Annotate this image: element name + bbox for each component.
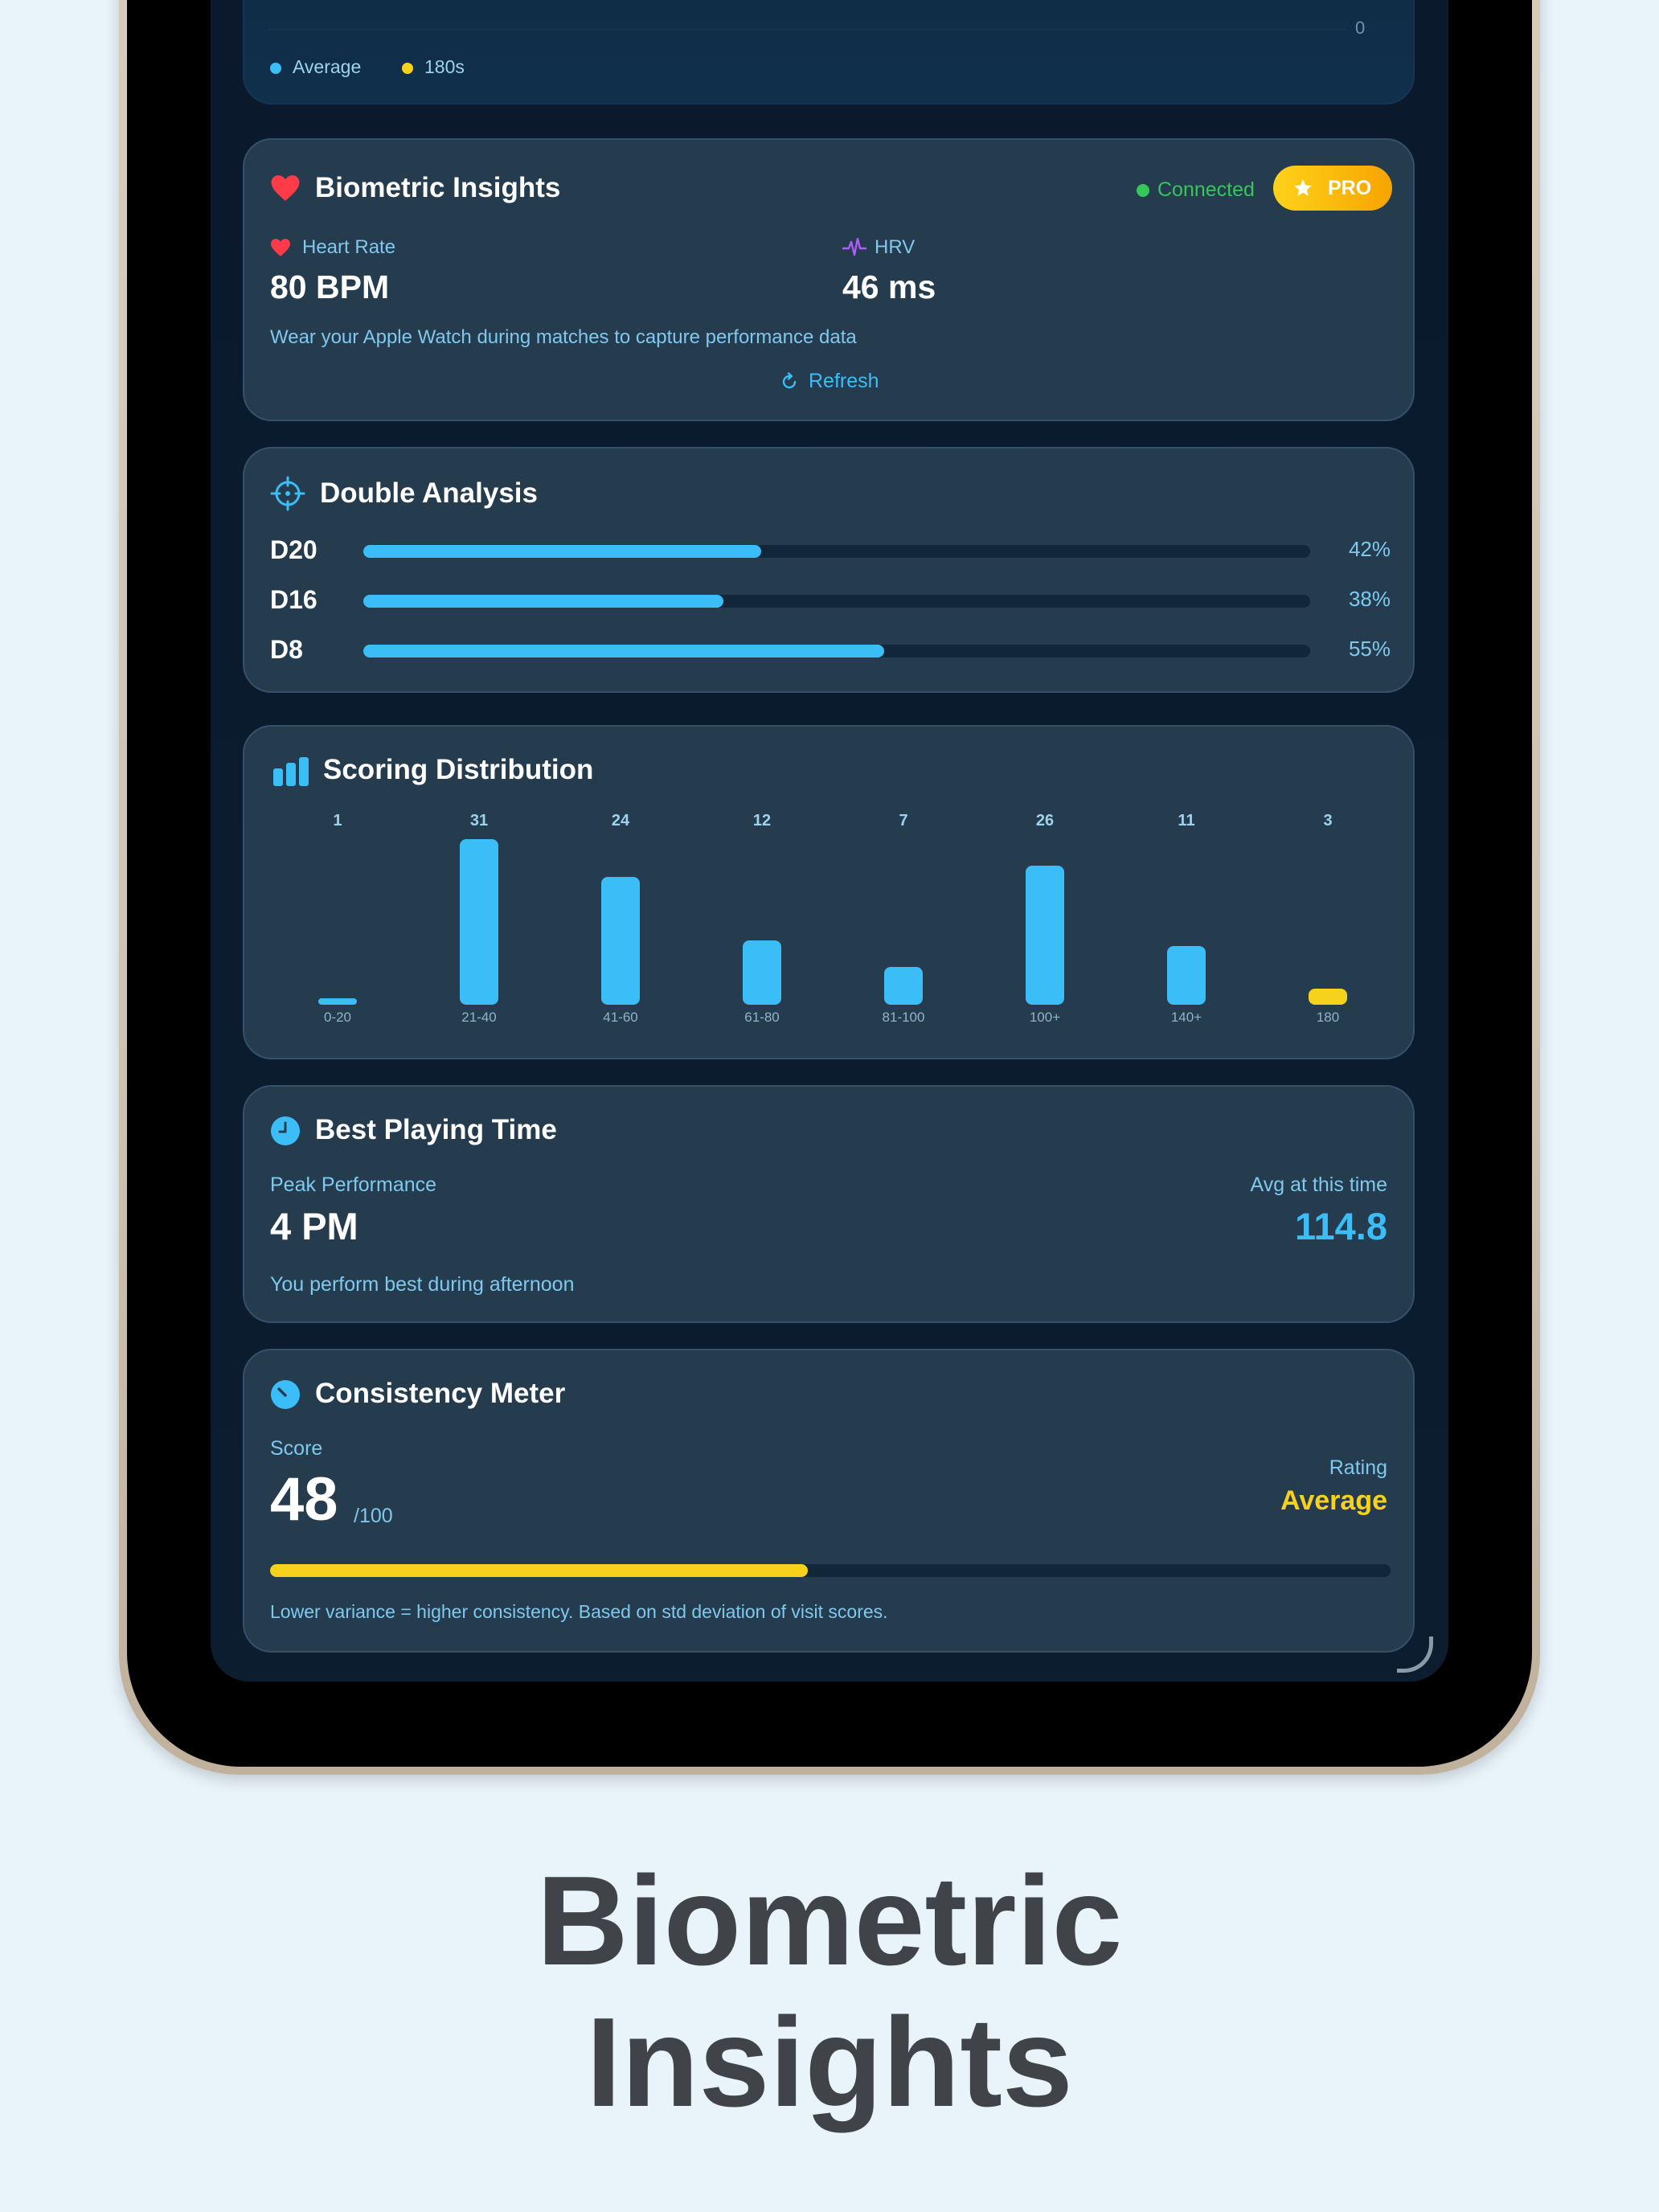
consistency-title: Consistency Meter	[315, 1378, 566, 1409]
rating-label: Rating	[1329, 1456, 1387, 1479]
legend-average: Average	[270, 56, 361, 78]
category-label: 100+	[1029, 1010, 1061, 1025]
clock-icon	[271, 1116, 300, 1145]
hrv-value: 46 ms	[842, 268, 936, 305]
connection-status: Connected	[1137, 178, 1255, 202]
histogram-bar	[743, 940, 781, 1005]
score-value: 48	[270, 1465, 338, 1534]
legend-average-label: Average	[293, 56, 362, 77]
peak-performance-value: 4 PM	[270, 1205, 358, 1247]
category-label: 0-20	[323, 1010, 352, 1025]
star-icon	[1294, 179, 1312, 196]
double-analysis-card: Double Analysis D20 42% D16 38% D8 55%	[243, 447, 1415, 693]
category-label: 81-100	[882, 1010, 925, 1025]
bar-value-label: 12	[752, 812, 772, 830]
hrv-pulse-icon	[842, 237, 866, 256]
heart-rate-label: Heart Rate	[302, 236, 396, 258]
pro-badge-label: PRO	[1328, 177, 1372, 199]
connected-dot	[1137, 184, 1149, 198]
rating-value: Average	[1280, 1485, 1387, 1516]
consistency-note: Lower variance = higher consistency. Bas…	[270, 1601, 888, 1622]
caption-line-1: Biometric	[536, 1850, 1123, 1992]
scoring-histogram: 1 0-20 31 21-40 24 41-60 12 61-80 7 81-100 26 100+ 1…	[244, 727, 1416, 1061]
category-label: 41-60	[603, 1010, 638, 1025]
double-row-label: D20	[270, 535, 317, 564]
axis-zero-label: 0	[1355, 18, 1366, 38]
double-row-percent: 42%	[1348, 537, 1391, 561]
bar-value-label: 24	[611, 812, 630, 830]
app-screen: 0 Average 180s Biometric Insights Connec…	[211, 0, 1448, 1682]
double-row-percent: 38%	[1348, 587, 1391, 611]
best-time-title: Best Playing Time	[315, 1114, 557, 1145]
consistency-meter-card: Consistency Meter Score 48 /100 Rating A…	[243, 1349, 1415, 1653]
trend-chart-card: 0 Average 180s	[243, 0, 1415, 104]
consistency-track	[270, 1564, 1391, 1577]
peak-performance-label: Peak Performance	[270, 1174, 437, 1196]
double-row-fill	[363, 545, 761, 558]
best-playing-time-card: Best Playing Time Peak Performance 4 PM …	[243, 1085, 1415, 1323]
scroll-indicator	[1397, 1636, 1433, 1673]
double-row-track	[363, 645, 1310, 657]
crosshair-icon	[270, 476, 305, 511]
category-label: 140+	[1170, 1010, 1202, 1025]
double-analysis-title: Double Analysis	[320, 477, 538, 509]
biometric-title: Biometric Insights	[315, 172, 561, 203]
category-label: 61-80	[744, 1010, 780, 1025]
histogram-bar	[884, 967, 923, 1005]
category-label: 21-40	[461, 1010, 497, 1025]
histogram-bar	[1026, 866, 1064, 1005]
bar-value-label: 7	[899, 812, 908, 830]
double-row: D16 38%	[244, 585, 1416, 617]
double-row-label: D16	[270, 585, 317, 614]
consistency-fill	[270, 1564, 809, 1577]
double-row-fill	[363, 595, 723, 608]
refresh-label: Refresh	[809, 370, 879, 392]
double-row-track	[363, 545, 1310, 558]
bar-value-label: 11	[1178, 812, 1195, 830]
score-max: /100	[354, 1505, 393, 1527]
histogram-bar	[601, 876, 640, 1005]
chart-baseline	[268, 29, 1346, 31]
avg-at-time-value: 114.8	[1294, 1205, 1387, 1247]
pro-badge[interactable]: PRO	[1273, 166, 1392, 211]
avg-at-time-label: Avg at this time	[1250, 1174, 1387, 1196]
double-row-percent: 55%	[1348, 637, 1391, 661]
histogram-bar	[1309, 989, 1347, 1005]
bar-value-label: 1	[333, 812, 342, 830]
bar-value-label: 31	[469, 812, 489, 830]
biometric-insights-card: Biometric Insights Connected PRO Heart R…	[243, 138, 1415, 421]
bar-value-label: 26	[1035, 812, 1055, 830]
double-row-label: D8	[270, 635, 303, 664]
double-row: D20 42%	[244, 535, 1416, 567]
connected-label: Connected	[1157, 178, 1255, 201]
histogram-bar	[1167, 945, 1206, 1005]
histogram-bar	[460, 839, 498, 1005]
legend-average-dot	[270, 62, 281, 74]
legend-180s: 180s	[402, 56, 465, 78]
double-row: D8 55%	[244, 635, 1416, 667]
refresh-button[interactable]: Refresh	[780, 370, 879, 393]
scoring-distribution-card: Scoring Distribution 1 0-20 31 21-40 24 41-60…	[243, 725, 1415, 1059]
category-label: 180	[1316, 1010, 1340, 1025]
bar-value-label: 3	[1323, 812, 1333, 830]
legend-180s-dot	[402, 62, 413, 74]
histogram-bar	[318, 998, 357, 1005]
best-time-note: You perform best during afternoon	[270, 1273, 575, 1296]
heart-icon	[271, 175, 300, 201]
heart-rate-value: 80 BPM	[270, 268, 390, 305]
heart-rate-icon	[271, 239, 290, 256]
double-row-fill	[363, 645, 884, 657]
biometric-note: Wear your Apple Watch during matches to …	[270, 326, 857, 348]
gauge-icon	[271, 1380, 300, 1409]
legend-180s-label: 180s	[424, 56, 465, 77]
refresh-icon	[782, 372, 797, 389]
score-label: Score	[270, 1437, 323, 1460]
caption-line-2: Insights	[586, 1992, 1073, 2133]
double-row-track	[363, 595, 1310, 608]
hrv-label: HRV	[875, 236, 916, 258]
